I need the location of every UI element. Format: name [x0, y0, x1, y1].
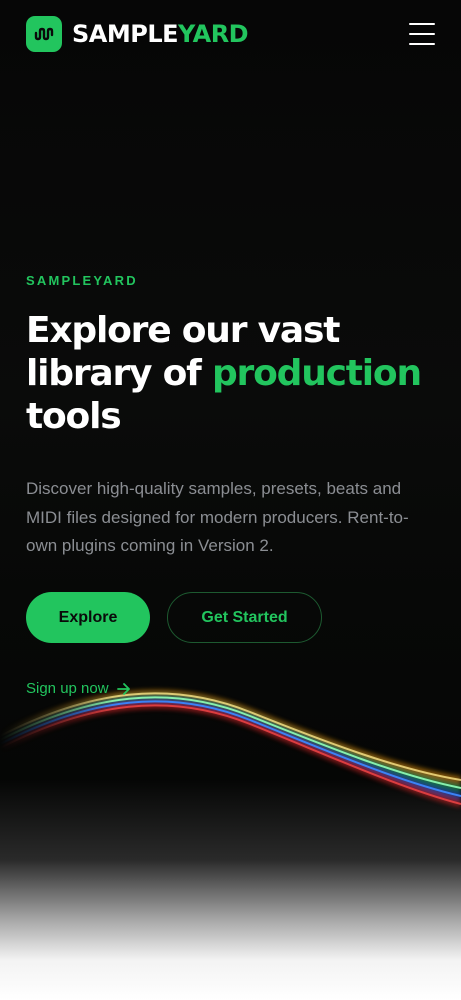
brand-name: SAMPLEYARD: [72, 20, 249, 48]
rainbow-wave-graphic: [0, 689, 461, 808]
brand-logo[interactable]: SAMPLEYARD: [26, 16, 249, 52]
menu-line: [409, 23, 435, 25]
headline-accent: production: [211, 353, 422, 394]
hero-description: Discover high-quality samples, presets, …: [26, 479, 409, 555]
get-started-button[interactable]: Get Started: [167, 592, 322, 643]
brand-name-primary: SAMPLE: [72, 20, 179, 48]
menu-line: [409, 33, 435, 35]
hero-eyebrow: SAMPLEYARD: [26, 273, 138, 288]
brand-name-accent: YARD: [178, 20, 249, 48]
landing-page: SAMPLEYARD SAMPLEYARD Explore our vast l…: [0, 0, 461, 1000]
site-header: SAMPLEYARD: [26, 16, 435, 52]
hero-headline: Explore our vast library of production t…: [26, 309, 446, 438]
explore-button[interactable]: Explore: [26, 592, 150, 643]
waveform-icon: [26, 16, 62, 52]
arrow-right-icon: [116, 682, 130, 695]
sign-up-label: Sign up now: [26, 680, 109, 697]
menu-line: [409, 43, 435, 45]
hamburger-menu-icon[interactable]: [409, 21, 435, 47]
headline-text-end: tools: [26, 396, 122, 437]
sign-up-link[interactable]: Sign up now: [26, 680, 131, 697]
